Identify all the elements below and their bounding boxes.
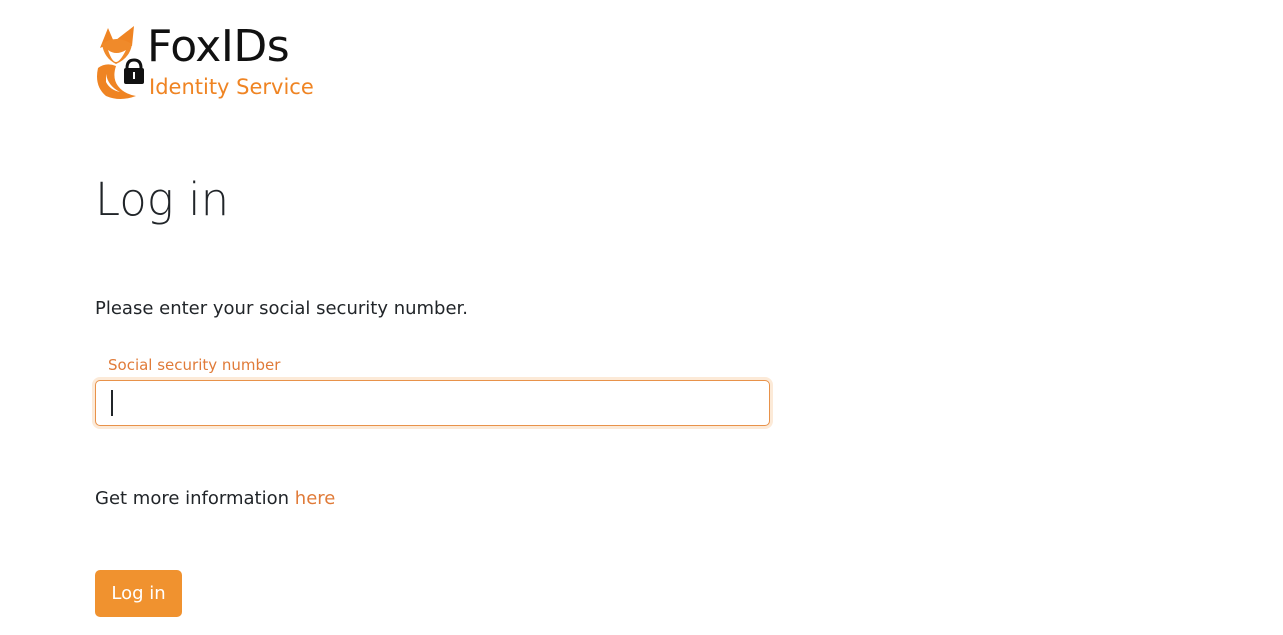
fox-lock-icon xyxy=(97,26,144,99)
ssn-label: Social security number xyxy=(108,356,281,374)
more-info-link[interactable]: here xyxy=(295,488,336,509)
brand-logo: FoxIDs Identity Service xyxy=(94,21,334,104)
brand-tagline: Identity Service xyxy=(149,75,314,99)
more-info-label: Get more information xyxy=(95,488,290,509)
ssn-input[interactable] xyxy=(95,380,770,426)
text-caret xyxy=(111,390,113,416)
page-title: Log in xyxy=(95,173,230,226)
more-info-text: Get more information here xyxy=(95,487,335,511)
login-button[interactable]: Log in xyxy=(95,570,182,617)
login-instructions: Please enter your social security number… xyxy=(95,298,469,319)
brand-name: FoxIDs xyxy=(147,21,290,72)
